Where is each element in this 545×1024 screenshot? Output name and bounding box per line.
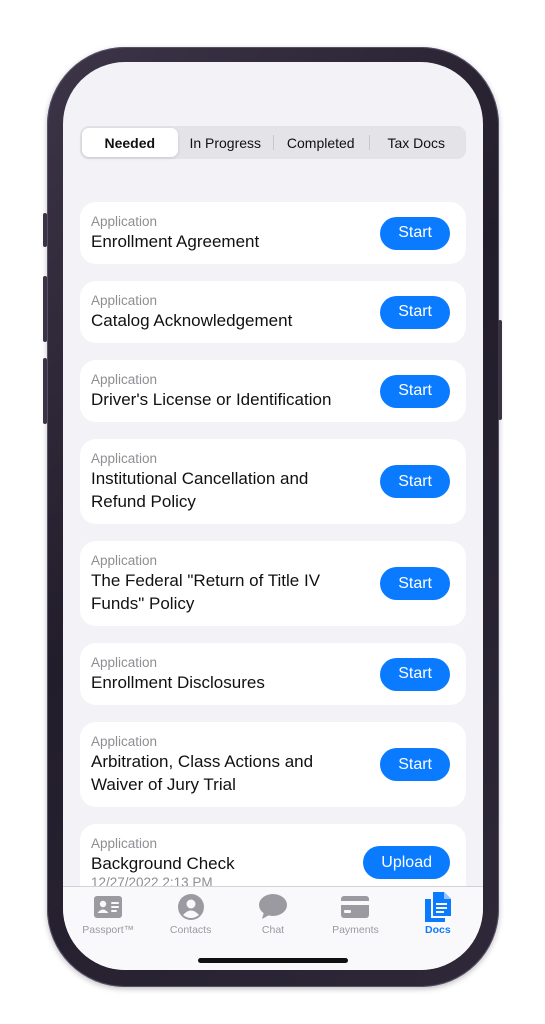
volume-up-button — [43, 276, 47, 342]
tab-label: Passport™ — [82, 924, 135, 936]
person-icon — [176, 893, 206, 920]
document-category: Application — [91, 734, 158, 749]
document-card[interactable]: Application Arbitration, Class Actions a… — [80, 722, 466, 807]
tab-docs[interactable]: Docs — [397, 887, 479, 970]
document-title-line-1: The Federal "Return of Title IV — [91, 571, 321, 590]
document-category: Application — [91, 293, 158, 308]
start-button[interactable]: Start — [380, 374, 450, 408]
tab-label: Docs — [424, 924, 451, 936]
document-title: Enrollment Agreement — [91, 232, 260, 251]
chat-bubble-icon — [258, 893, 288, 920]
tab-label: Payments — [332, 924, 379, 936]
document-card[interactable]: Application The Federal "Return of Title… — [80, 541, 466, 626]
document-title: Driver's License or Identification — [91, 390, 332, 409]
start-button[interactable]: Start — [380, 465, 450, 498]
document-list: Application Enrollment Agreement Start A… — [80, 202, 466, 918]
start-button[interactable]: Start — [380, 748, 450, 781]
segment-tax-docs[interactable]: Tax Docs — [368, 128, 465, 157]
segment-needed[interactable]: Needed — [82, 128, 178, 157]
segment-completed[interactable]: Completed — [273, 128, 369, 157]
document-category: Application — [91, 214, 158, 229]
credit-card-icon — [340, 893, 370, 920]
start-button[interactable]: Start — [380, 295, 450, 329]
document-category: Application — [91, 451, 158, 466]
tab-label: Contacts — [169, 924, 212, 936]
id-card-icon — [93, 893, 123, 920]
power-button — [498, 320, 502, 420]
documents-icon — [423, 891, 453, 922]
document-category: Application — [91, 836, 158, 851]
document-card[interactable]: Application Enrollment Agreement Start — [80, 202, 466, 264]
status-segmented-control: Needed In Progress Completed Tax Docs — [80, 126, 466, 159]
tab-passport[interactable]: Passport™ — [67, 887, 149, 970]
start-button[interactable]: Start — [380, 657, 450, 691]
home-indicator — [198, 958, 348, 963]
upload-button[interactable]: Upload — [363, 846, 450, 879]
document-title: Catalog Acknowledgement — [91, 311, 293, 330]
document-title: Enrollment Disclosures — [91, 673, 265, 692]
document-title-line-2: Funds" Policy — [91, 594, 195, 613]
document-card[interactable]: Application Catalog Acknowledgement Star… — [80, 281, 466, 343]
segment-in-progress[interactable]: In Progress — [178, 128, 274, 157]
document-card[interactable]: Application Enrollment Disclosures Start — [80, 643, 466, 705]
start-button[interactable]: Start — [380, 216, 450, 250]
screen: Needed In Progress Completed Tax Docs Ap… — [63, 62, 483, 970]
document-category: Application — [91, 553, 158, 568]
document-title-line-2: Waiver of Jury Trial — [91, 775, 236, 794]
silent-switch — [43, 213, 47, 247]
start-button[interactable]: Start — [380, 567, 450, 600]
document-title: Background Check — [91, 854, 235, 873]
document-title-line-1: Arbitration, Class Actions and — [91, 752, 314, 771]
document-category: Application — [91, 655, 158, 670]
document-card[interactable]: Application Driver's License or Identifi… — [80, 360, 466, 422]
document-title-line-2: Refund Policy — [91, 492, 196, 511]
document-title-line-1: Institutional Cancellation and — [91, 469, 309, 488]
document-category: Application — [91, 372, 158, 387]
tab-label: Chat — [261, 924, 285, 936]
document-card[interactable]: Application Institutional Cancellation a… — [80, 439, 466, 524]
volume-down-button — [43, 358, 47, 424]
